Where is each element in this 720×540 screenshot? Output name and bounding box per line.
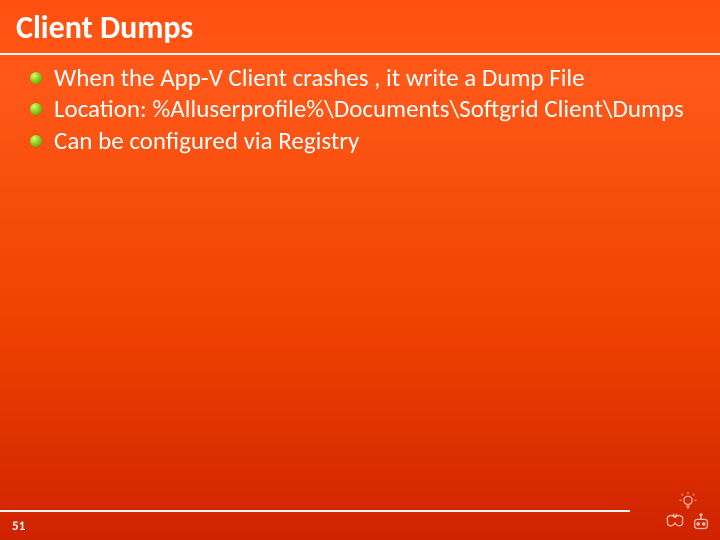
title-divider [0, 53, 720, 55]
corner-icon-group [664, 512, 712, 534]
butterfly-icon [664, 512, 686, 534]
footer: 51 [0, 510, 720, 540]
robot-icon [690, 512, 712, 534]
content-area: When the App-V Client crashes , it write… [0, 55, 720, 156]
bullet-item: Location: %Alluserprofile%\Documents\Sof… [28, 94, 700, 124]
slide: Client Dumps When the App-V Client crash… [0, 0, 720, 540]
slide-title: Client Dumps [0, 0, 720, 53]
bullet-item: Can be configured via Registry [28, 126, 700, 156]
footer-divider [0, 510, 630, 512]
lightbulb-icon [678, 492, 698, 512]
bullet-item: When the App-V Client crashes , it write… [28, 63, 700, 93]
page-number: 51 [12, 519, 25, 534]
bullet-list: When the App-V Client crashes , it write… [28, 63, 700, 156]
